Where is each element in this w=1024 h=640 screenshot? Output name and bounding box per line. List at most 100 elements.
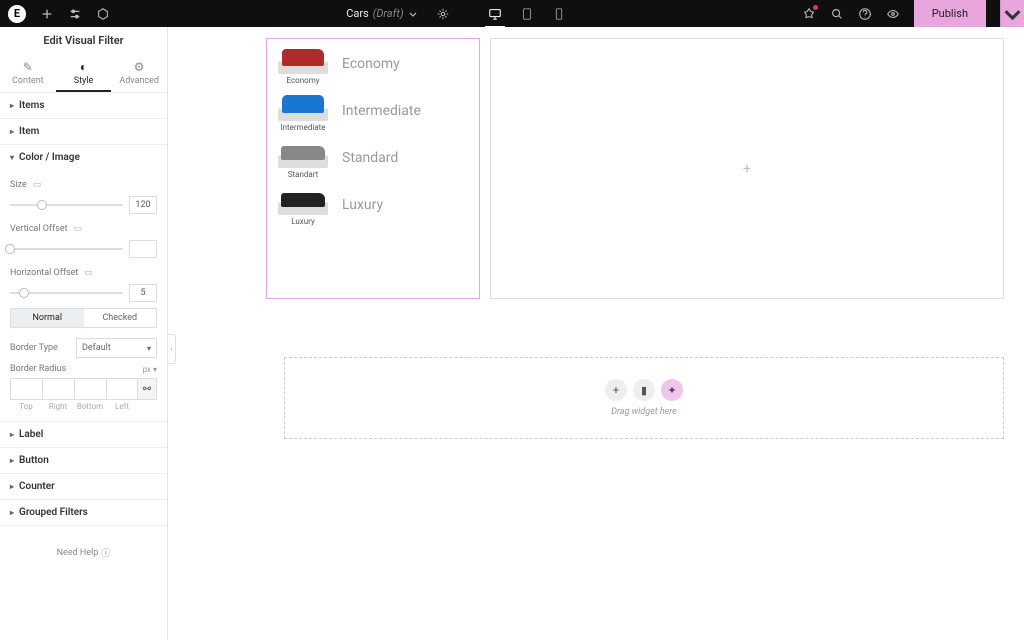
caret-right-icon: ▸ [10,430,14,439]
add-widget-placeholder[interactable]: + [743,161,751,177]
link-values-button[interactable]: ⚯ [137,378,157,400]
preview-icon[interactable] [886,7,900,21]
hoffset-slider[interactable] [10,292,123,294]
responsive-icon[interactable]: ▭ [33,180,42,190]
tablet-device-icon[interactable] [520,7,534,21]
collapse-panel-button[interactable]: ‹ [168,334,176,364]
folder-icon: ▮ [641,384,647,397]
widget-dropzone[interactable]: + ▮ ✦ Drag widget here [284,357,1004,439]
responsive-icon[interactable]: ▭ [84,268,93,278]
border-radius-label: Border Radius [10,364,66,374]
ai-button[interactable]: ✦ [661,379,683,401]
gear-icon: ⚙ [111,60,167,74]
add-widget-button[interactable]: + [605,379,627,401]
settings-sliders-icon[interactable] [68,7,82,21]
need-help-link[interactable]: Need Helpⓘ [0,546,167,559]
page-settings-icon[interactable] [436,7,450,21]
notifications-icon[interactable] [802,7,816,21]
dropzone-hint: Drag widget here [611,407,677,417]
section-items[interactable]: ▸Items [0,93,167,118]
tab-style[interactable]: ◐Style [56,54,112,92]
filter-label: Intermediate [342,103,421,119]
publish-options-button[interactable] [1000,0,1024,27]
chevron-down-icon [408,7,418,21]
plus-icon: + [613,384,619,397]
responsive-icon[interactable]: ▭ [74,224,83,234]
top-bar: E Cars (Draft) Publish [0,0,1024,27]
search-icon[interactable] [830,7,844,21]
panel-tabs: ✎Content ◐Style ⚙Advanced [0,54,167,93]
sparkle-icon: ✦ [667,384,676,397]
add-element-icon[interactable] [40,7,54,21]
voffset-label: Vertical Offset [10,224,68,234]
car-thumbnail [278,93,328,121]
corner-label: Top [10,402,42,411]
chevron-down-icon: ▾ [147,344,151,353]
link-icon: ⚯ [143,384,151,395]
filter-item-intermediate[interactable]: Intermediate Intermediate [268,87,478,134]
editor-canvas[interactable]: ‹ Economy Economy Intermediate Intermedi… [168,27,1024,640]
desktop-device-icon[interactable] [488,7,502,21]
section-button[interactable]: ▸Button [0,448,167,473]
border-type-select[interactable]: Default▾ [76,338,157,358]
voffset-slider[interactable] [10,248,123,250]
section-color-image[interactable]: ▾Color / Image [0,145,167,170]
state-toggle: Normal Checked [10,308,157,328]
hoffset-input[interactable] [129,284,157,302]
unit-toggle[interactable]: px ▾ [143,365,157,374]
tab-content[interactable]: ✎Content [0,54,56,92]
state-checked-button[interactable]: Checked [84,309,157,327]
publish-button[interactable]: Publish [914,0,986,27]
filter-item-luxury[interactable]: Luxury Luxury [268,181,478,228]
filter-item-economy[interactable]: Economy Economy [268,40,478,87]
pencil-icon: ✎ [0,60,56,74]
caret-right-icon: ▸ [10,508,14,517]
empty-column[interactable]: + [490,38,1004,299]
filter-label: Standard [342,150,398,166]
border-type-label: Border Type [10,343,70,353]
filter-label: Luxury [342,197,383,213]
section-grouped-filters[interactable]: ▸Grouped Filters [0,500,167,525]
size-label: Size [10,180,27,190]
section-label[interactable]: ▸Label [0,422,167,447]
thumbnail-caption: Intermediate [272,123,334,132]
car-thumbnail [278,46,328,74]
page-name[interactable]: Cars (Draft) [346,7,417,21]
tab-advanced[interactable]: ⚙Advanced [111,54,167,92]
car-thumbnail [278,187,328,215]
voffset-input[interactable] [129,240,157,258]
caret-right-icon: ▸ [10,127,14,136]
help-icon[interactable] [858,7,872,21]
filter-item-standard[interactable]: Standart Standard [268,134,478,181]
filter-label: Economy [342,56,400,72]
section-item[interactable]: ▸Item [0,119,167,144]
radius-bottom-input[interactable] [74,378,106,400]
elementor-logo[interactable]: E [8,5,26,23]
thumbnail-caption: Luxury [272,217,334,226]
size-input[interactable] [129,196,157,214]
state-normal-button[interactable]: Normal [11,309,84,327]
radius-top-input[interactable] [10,378,42,400]
contrast-icon: ◐ [56,60,112,74]
editor-sidebar: Edit Visual Filter ✎Content ◐Style ⚙Adva… [0,27,168,640]
radius-right-input[interactable] [42,378,74,400]
caret-right-icon: ▸ [10,482,14,491]
caret-right-icon: ▸ [10,456,14,465]
radius-left-input[interactable] [106,378,138,400]
caret-down-icon: ▾ [10,153,14,162]
corner-label: Bottom [74,402,106,411]
thumbnail-caption: Standart [272,170,334,179]
section-counter[interactable]: ▸Counter [0,474,167,499]
caret-right-icon: ▸ [10,101,14,110]
border-radius-inputs: ⚯ [10,378,157,400]
visual-filter-widget[interactable]: Economy Economy Intermediate Intermediat… [266,38,480,299]
car-thumbnail [278,140,328,168]
hoffset-label: Horizontal Offset [10,268,78,278]
info-icon: ⓘ [101,546,110,559]
mobile-device-icon[interactable] [552,7,566,21]
size-slider[interactable] [10,204,123,206]
template-library-button[interactable]: ▮ [633,379,655,401]
structure-icon[interactable] [96,7,110,21]
panel-title: Edit Visual Filter [0,27,167,54]
thumbnail-caption: Economy [272,76,334,85]
